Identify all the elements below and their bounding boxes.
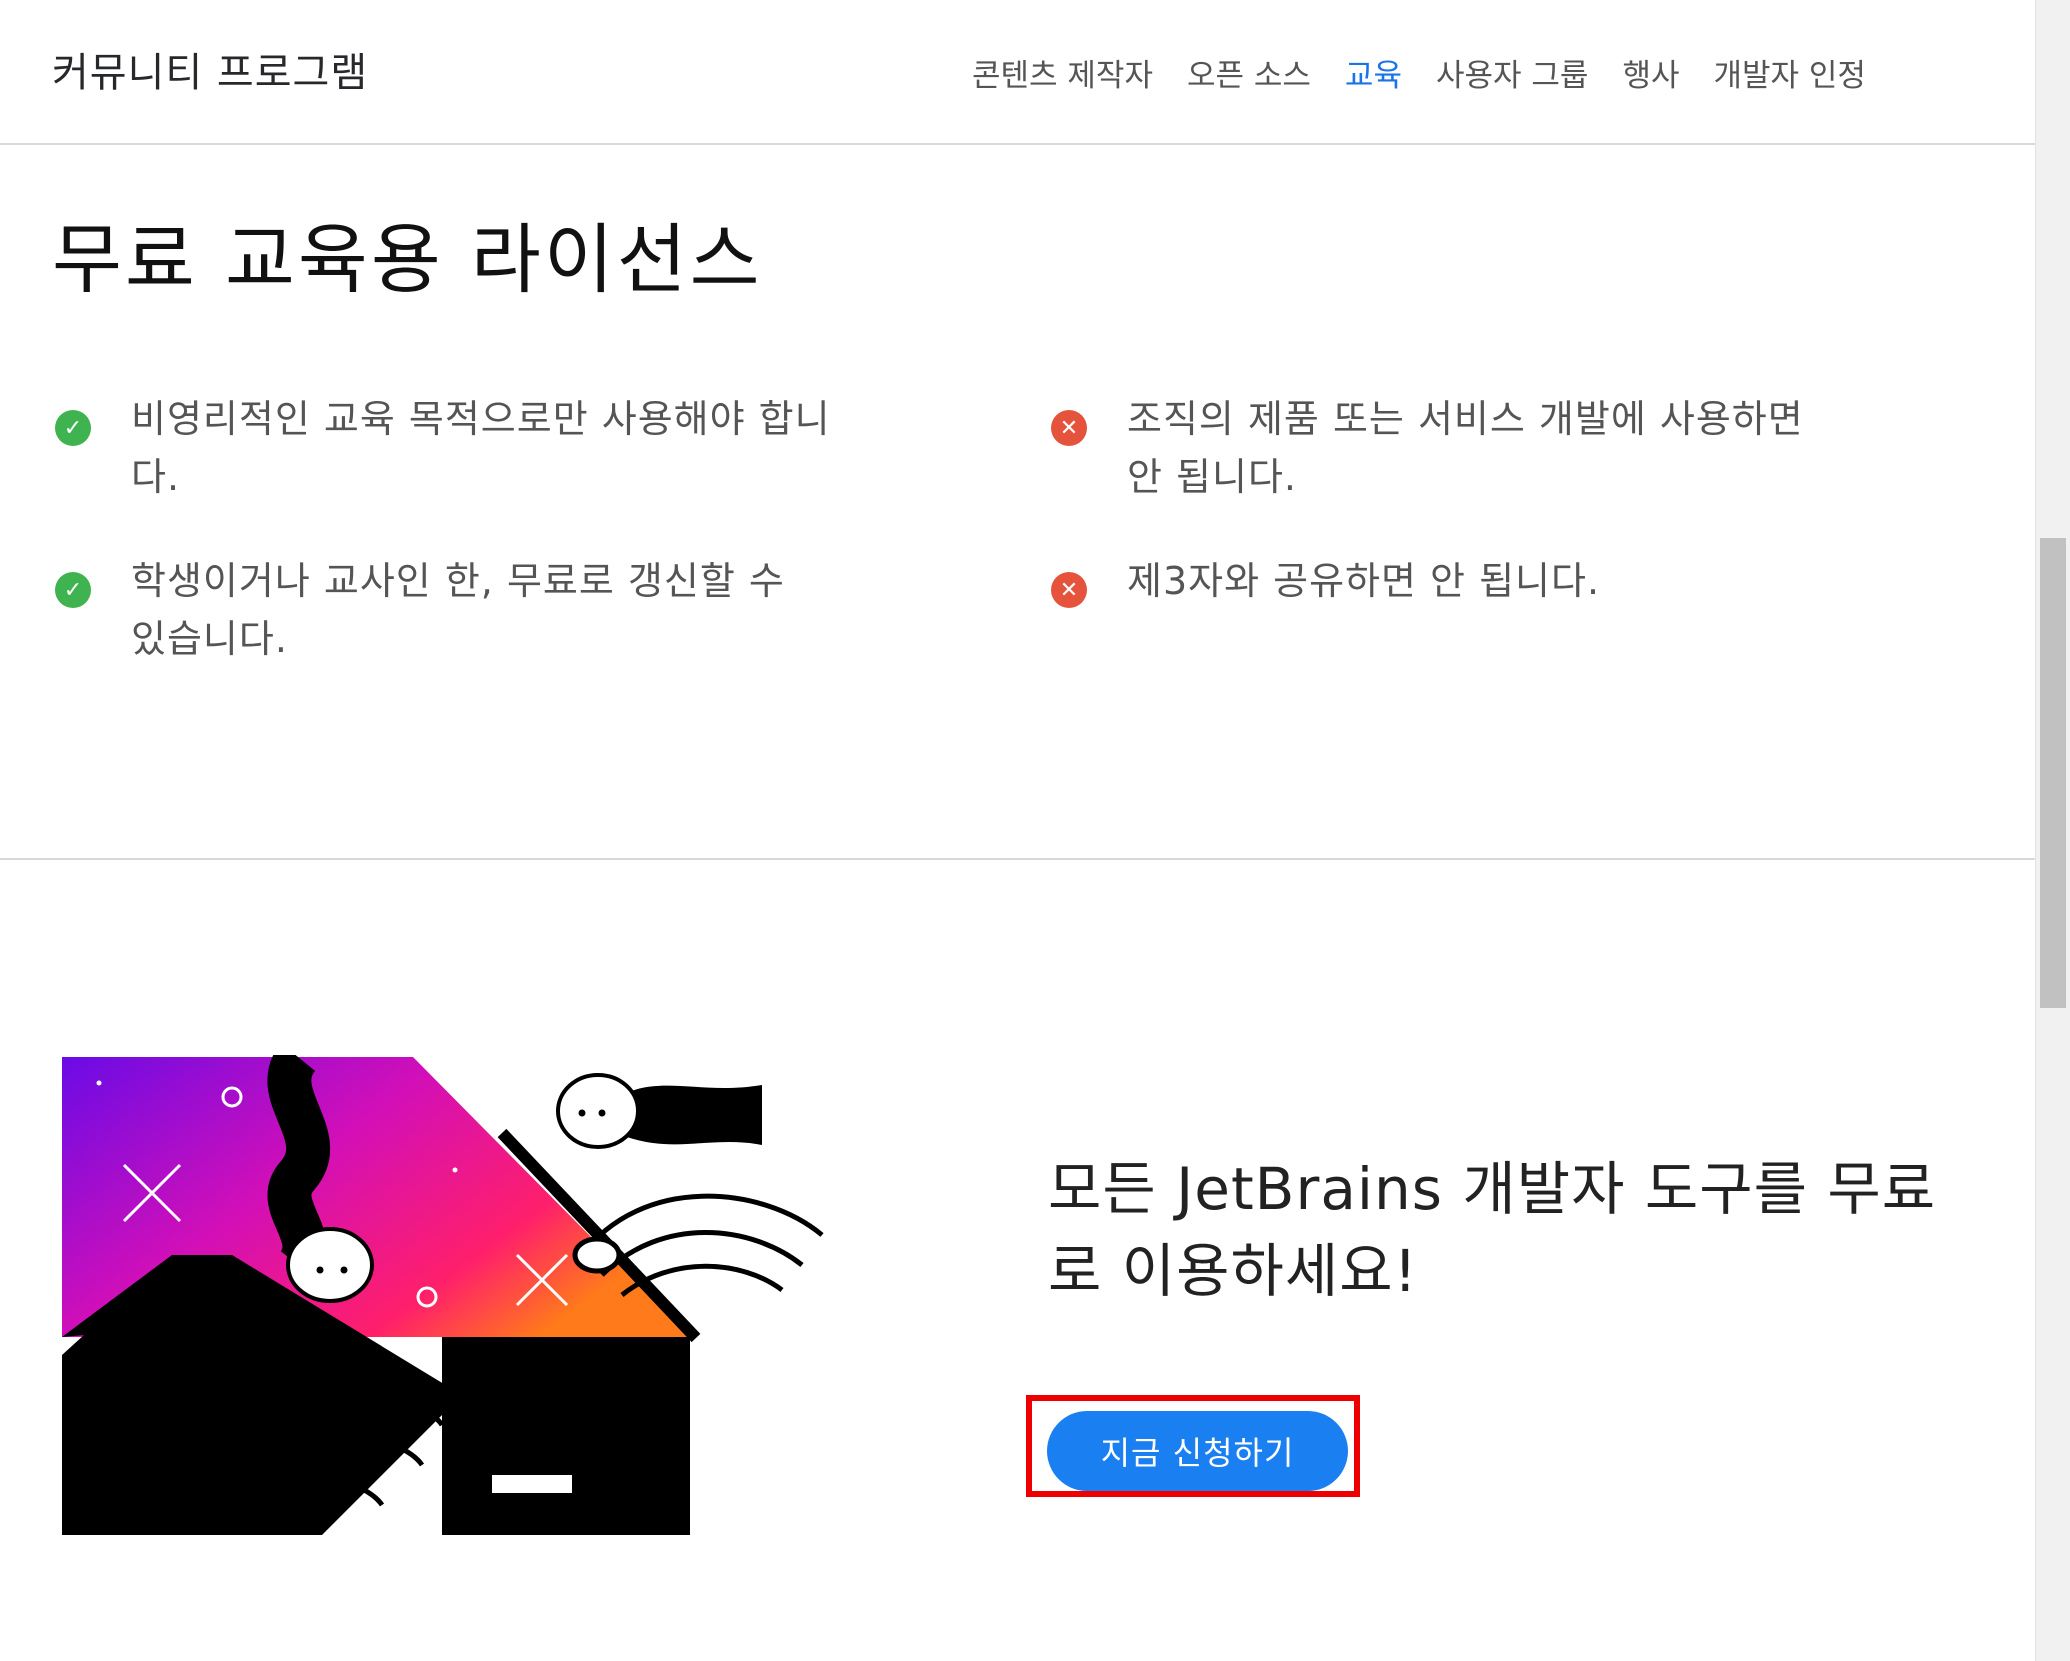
nav-education[interactable]: 교육	[1345, 50, 1402, 95]
nav-user-groups[interactable]: 사용자 그룹	[1436, 50, 1588, 95]
check-circle-icon: ✓	[55, 572, 91, 608]
nav-events[interactable]: 행사	[1622, 50, 1679, 95]
allowed-item: ✓ 학생이거나 교사인 한, 무료로 갱신할 수 있습니다.	[55, 552, 831, 668]
page: 커뮤니티 프로그램 콘텐츠 제작자 오픈 소스 교육 사용자 그룹 행사 개발자…	[0, 0, 2070, 1661]
forbidden-item: ✕ 조직의 제품 또는 서비스 개발에 사용하면 안 됩니다.	[1051, 390, 1827, 506]
brand-title[interactable]: 커뮤니티 프로그램	[52, 40, 368, 98]
check-circle-icon: ✓	[55, 410, 91, 446]
top-header: 커뮤니티 프로그램 콘텐츠 제작자 오픈 소스 교육 사용자 그룹 행사 개발자…	[0, 0, 2035, 145]
nav-open-source[interactable]: 오픈 소스	[1187, 50, 1311, 95]
nav-content-creators[interactable]: 콘텐츠 제작자	[972, 50, 1153, 95]
x-circle-icon: ✕	[1051, 572, 1087, 608]
promo-title: 모든 JetBrains 개발자 도구를 무료로 이용하세요!	[1048, 1155, 1937, 1305]
forbidden-text: 제3자와 공유하면 안 됩니다.	[1127, 559, 1601, 603]
apply-now-button[interactable]: 지금 신청하기	[1047, 1411, 1348, 1491]
main-nav: 콘텐츠 제작자 오픈 소스 교육 사용자 그룹 행사 개발자 인정	[972, 50, 1900, 95]
allowed-text: 비영리적인 교육 목적으로만 사용해야 합니다.	[131, 397, 831, 499]
nav-developer-recognition[interactable]: 개발자 인정	[1713, 50, 1865, 95]
x-circle-icon: ✕	[1051, 410, 1087, 446]
allowed-item: ✓ 비영리적인 교육 목적으로만 사용해야 합니다.	[55, 390, 831, 506]
license-title: 무료 교육용 라이선스	[52, 215, 763, 304]
allowed-text: 학생이거나 교사인 한, 무료로 갱신할 수 있습니다.	[131, 559, 785, 661]
section-divider	[0, 858, 2035, 860]
scrollbar-thumb[interactable]	[2040, 538, 2066, 1008]
forbidden-text: 조직의 제품 또는 서비스 개발에 사용하면 안 됩니다.	[1127, 397, 1804, 499]
forbidden-item: ✕ 제3자와 공유하면 안 됩니다.	[1051, 552, 1827, 610]
promo-illustration	[62, 1055, 824, 1535]
